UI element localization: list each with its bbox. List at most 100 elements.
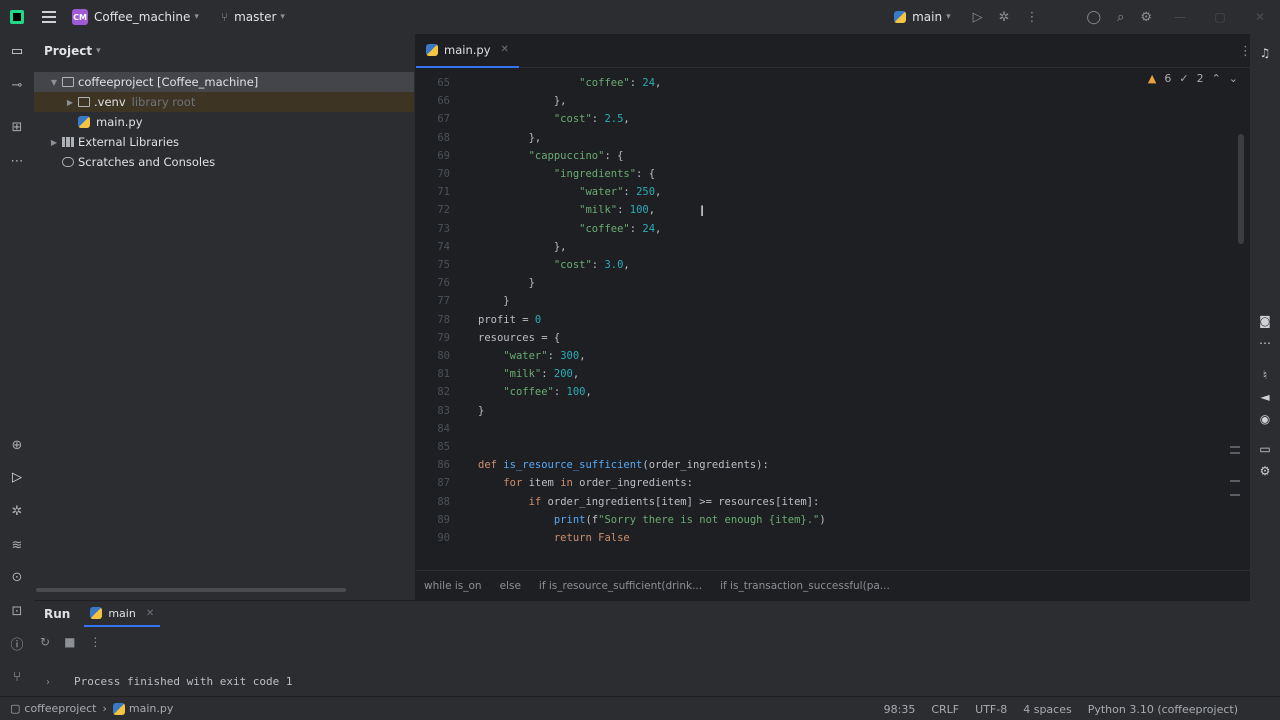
line-number[interactable]: 86 xyxy=(416,456,450,474)
code-line[interactable]: 79 resources = { xyxy=(416,329,1236,347)
layers-tool-icon[interactable]: ≋ xyxy=(0,532,34,558)
code-line[interactable]: 84 xyxy=(416,420,1236,438)
structure-tool-icon[interactable]: ⊞ xyxy=(0,114,34,140)
line-number[interactable]: 90 xyxy=(416,529,450,547)
breadcrumb-item[interactable]: while is_on xyxy=(424,580,482,592)
tree-item-main-py[interactable]: main.py xyxy=(34,112,414,132)
expand-arrow-icon[interactable]: ▼ xyxy=(48,78,60,87)
horizontal-scrollbar[interactable] xyxy=(36,588,346,592)
notifications-icon[interactable]: ♫ xyxy=(1250,46,1280,60)
code-line[interactable]: 70 "ingredients": { xyxy=(416,165,1236,183)
line-number[interactable]: 77 xyxy=(416,292,450,310)
git-tool-icon[interactable]: ⑂ xyxy=(0,664,34,690)
gear-icon[interactable]: ⚙ xyxy=(1250,464,1280,478)
code-line[interactable]: 69 "cappuccino": { xyxy=(416,147,1236,165)
line-number[interactable]: 71 xyxy=(416,183,450,201)
scroll-marker[interactable] xyxy=(1230,452,1240,454)
main-menu-icon[interactable] xyxy=(42,11,56,23)
project-panel-header[interactable]: Project ▾ xyxy=(34,34,415,68)
code-line[interactable]: 75 "cost": 3.0, xyxy=(416,256,1236,274)
breadcrumb-item[interactable]: if is_resource_sufficient(drink... xyxy=(539,580,702,592)
terminal-tool-icon[interactable]: ⊡ xyxy=(0,598,34,624)
speaker-icon[interactable]: ◄ xyxy=(1250,390,1280,404)
project-tool-icon[interactable]: ▭ xyxy=(0,38,34,64)
commit-tool-icon[interactable]: ⊸ xyxy=(0,72,34,98)
webcam-icon[interactable]: ◉ xyxy=(1250,412,1280,426)
line-number[interactable]: 85 xyxy=(416,438,450,456)
vertical-scrollbar[interactable] xyxy=(1238,134,1244,244)
chevron-down-icon[interactable]: ▾ xyxy=(194,12,199,22)
line-number[interactable]: 75 xyxy=(416,256,450,274)
git-branch-icon[interactable]: ⑂ xyxy=(221,10,228,24)
run-icon[interactable]: ▷ xyxy=(973,10,983,25)
code-line[interactable]: 82 "coffee": 100, xyxy=(416,383,1236,401)
code-line[interactable]: 73 "coffee": 24, xyxy=(416,220,1236,238)
code-line[interactable]: 90 return False xyxy=(416,529,1236,547)
line-number[interactable]: 74 xyxy=(416,238,450,256)
line-number[interactable]: 84 xyxy=(416,420,450,438)
maximize-icon[interactable]: ▢ xyxy=(1200,10,1240,24)
line-separator[interactable]: CRLF xyxy=(931,703,959,716)
line-number[interactable]: 67 xyxy=(416,110,450,128)
microphone-icon[interactable]: ♮ xyxy=(1250,368,1280,382)
tree-item-project-root[interactable]: ▼ coffeeproject [Coffee_machine] xyxy=(34,72,414,92)
gear-icon[interactable]: ⚙ xyxy=(1140,10,1152,25)
tab-run-main[interactable]: main ✕ xyxy=(84,601,161,627)
expand-arrow-icon[interactable]: ▶ xyxy=(48,138,60,147)
close-icon[interactable]: ✕ xyxy=(1240,10,1280,24)
python-console-icon[interactable]: ⊕ xyxy=(0,432,34,458)
user-icon[interactable]: ◯ xyxy=(1087,10,1102,25)
line-number[interactable]: 88 xyxy=(416,493,450,511)
run-tool-icon[interactable]: ▷ xyxy=(0,464,34,490)
run-config-selector[interactable]: main ▾ xyxy=(894,10,951,24)
code-line[interactable]: 72 "milk": 100, xyxy=(416,201,1236,219)
code-line[interactable]: 65 "coffee": 24, xyxy=(416,74,1236,92)
expand-arrow-icon[interactable]: ▶ xyxy=(64,98,76,107)
code-line[interactable]: 67 "cost": 2.5, xyxy=(416,110,1236,128)
minimize-icon[interactable]: — xyxy=(1160,10,1200,24)
code-line[interactable]: 68 }, xyxy=(416,129,1236,147)
more-icon[interactable]: ⋯ xyxy=(1250,336,1280,350)
breadcrumb-item[interactable]: else xyxy=(500,580,521,592)
line-number[interactable]: 69 xyxy=(416,147,450,165)
code-line[interactable]: 74 }, xyxy=(416,238,1236,256)
file-encoding[interactable]: UTF-8 xyxy=(975,703,1007,716)
more-icon[interactable]: ⋮ xyxy=(1026,10,1039,25)
code-line[interactable]: 81 "milk": 200, xyxy=(416,365,1236,383)
chevron-down-icon[interactable]: ▾ xyxy=(280,12,285,22)
branch-name[interactable]: master xyxy=(234,10,276,24)
code-line[interactable]: 80 "water": 300, xyxy=(416,347,1236,365)
project-name[interactable]: Coffee_machine xyxy=(94,10,190,24)
editor[interactable]: main.py ✕ ⋮ ▲ 6 ✓ 2 ⌃ ⌄ 65 "coffee": 24,… xyxy=(416,34,1252,600)
tree-item-external-libraries[interactable]: ▶ External Libraries xyxy=(34,132,414,152)
code-line[interactable]: 71 "water": 250, xyxy=(416,183,1236,201)
status-project[interactable]: coffeeproject xyxy=(24,702,96,715)
close-icon[interactable]: ✕ xyxy=(146,608,154,619)
camera-icon[interactable]: ◙ xyxy=(1250,314,1280,328)
tab-main-py[interactable]: main.py ✕ xyxy=(416,34,519,68)
line-number[interactable]: 66 xyxy=(416,92,450,110)
rerun-icon[interactable]: ↻ xyxy=(40,635,50,649)
problems-tool-icon[interactable]: ⓘ xyxy=(0,630,34,656)
chevron-down-icon[interactable]: ▾ xyxy=(96,46,101,56)
more-icon[interactable]: ⋮ xyxy=(89,635,101,649)
debug-tool-icon[interactable]: ✲ xyxy=(0,498,34,524)
chevron-right-icon[interactable]: › xyxy=(46,677,50,688)
line-number[interactable]: 79 xyxy=(416,329,450,347)
search-icon[interactable]: ⌕ xyxy=(1117,10,1124,25)
code-line[interactable]: 86 def is_resource_sufficient(order_ingre… xyxy=(416,456,1236,474)
debug-icon[interactable]: ✲ xyxy=(999,10,1010,25)
line-number[interactable]: 80 xyxy=(416,347,450,365)
scroll-marker[interactable] xyxy=(1230,480,1240,482)
code-line[interactable]: 87 for item in order_ingredients: xyxy=(416,474,1236,492)
code-line[interactable]: 77 } xyxy=(416,292,1236,310)
code-line[interactable]: 85 xyxy=(416,438,1236,456)
code-line[interactable]: 76 } xyxy=(416,274,1236,292)
code-line[interactable]: 83} xyxy=(416,402,1236,420)
tree-item-scratches[interactable]: Scratches and Consoles xyxy=(34,152,414,172)
line-number[interactable]: 89 xyxy=(416,511,450,529)
tree-item-venv[interactable]: ▶ .venv library root xyxy=(34,92,414,112)
indent-setting[interactable]: 4 spaces xyxy=(1023,703,1072,716)
line-number[interactable]: 72 xyxy=(416,201,450,219)
python-interpreter[interactable]: Python 3.10 (coffeeproject) xyxy=(1088,703,1238,716)
